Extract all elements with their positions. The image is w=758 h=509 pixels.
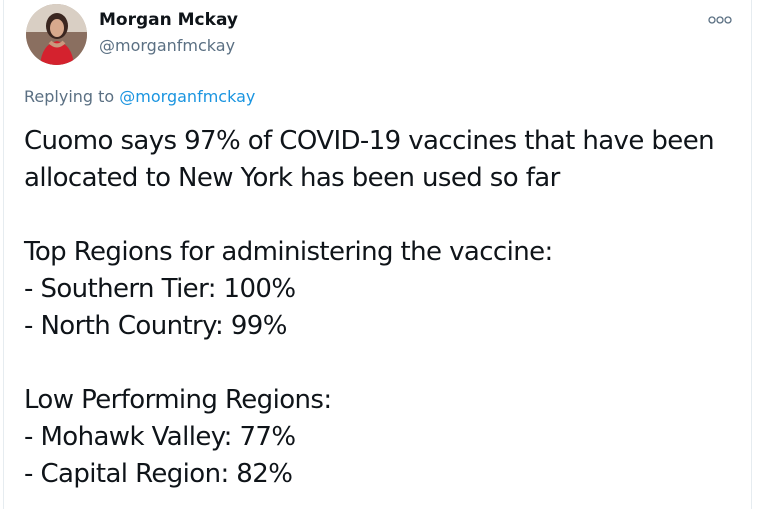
tweet-line: Low Performing Regions: [24,385,332,415]
tweet-line: - Capital Region: 82% [24,459,293,489]
reply-mention-link[interactable]: @morganfmckay [119,87,255,106]
profile-photo-icon [26,4,87,65]
tweet-text: Cuomo says 97% of COVID-19 vaccines that… [24,123,744,493]
tweet-card: Morgan Mckay @morganfmckay Replying to @… [3,0,752,509]
reply-prefix: Replying to [24,87,120,106]
author-display-name[interactable]: Morgan Mckay [99,10,238,30]
tweet-line: allocated to New York has been used so f… [24,163,560,193]
tweet-line: Top Regions for administering the vaccin… [24,237,553,267]
more-options-icon [708,16,732,24]
avatar[interactable] [26,4,87,65]
author-handle[interactable]: @morganfmckay [99,36,235,55]
tweet-line: - Mohawk Valley: 77% [24,422,296,452]
tweet-spacer [24,197,744,234]
more-options-button[interactable] [707,12,733,28]
reply-context: Replying to @morganfmckay [24,87,255,106]
tweet-line: - North Country: 99% [24,311,287,341]
tweet-spacer [24,345,744,382]
tweet-line: - Southern Tier: 100% [24,274,296,304]
tweet-line: Cuomo says 97% of COVID-19 vaccines that… [24,126,715,156]
